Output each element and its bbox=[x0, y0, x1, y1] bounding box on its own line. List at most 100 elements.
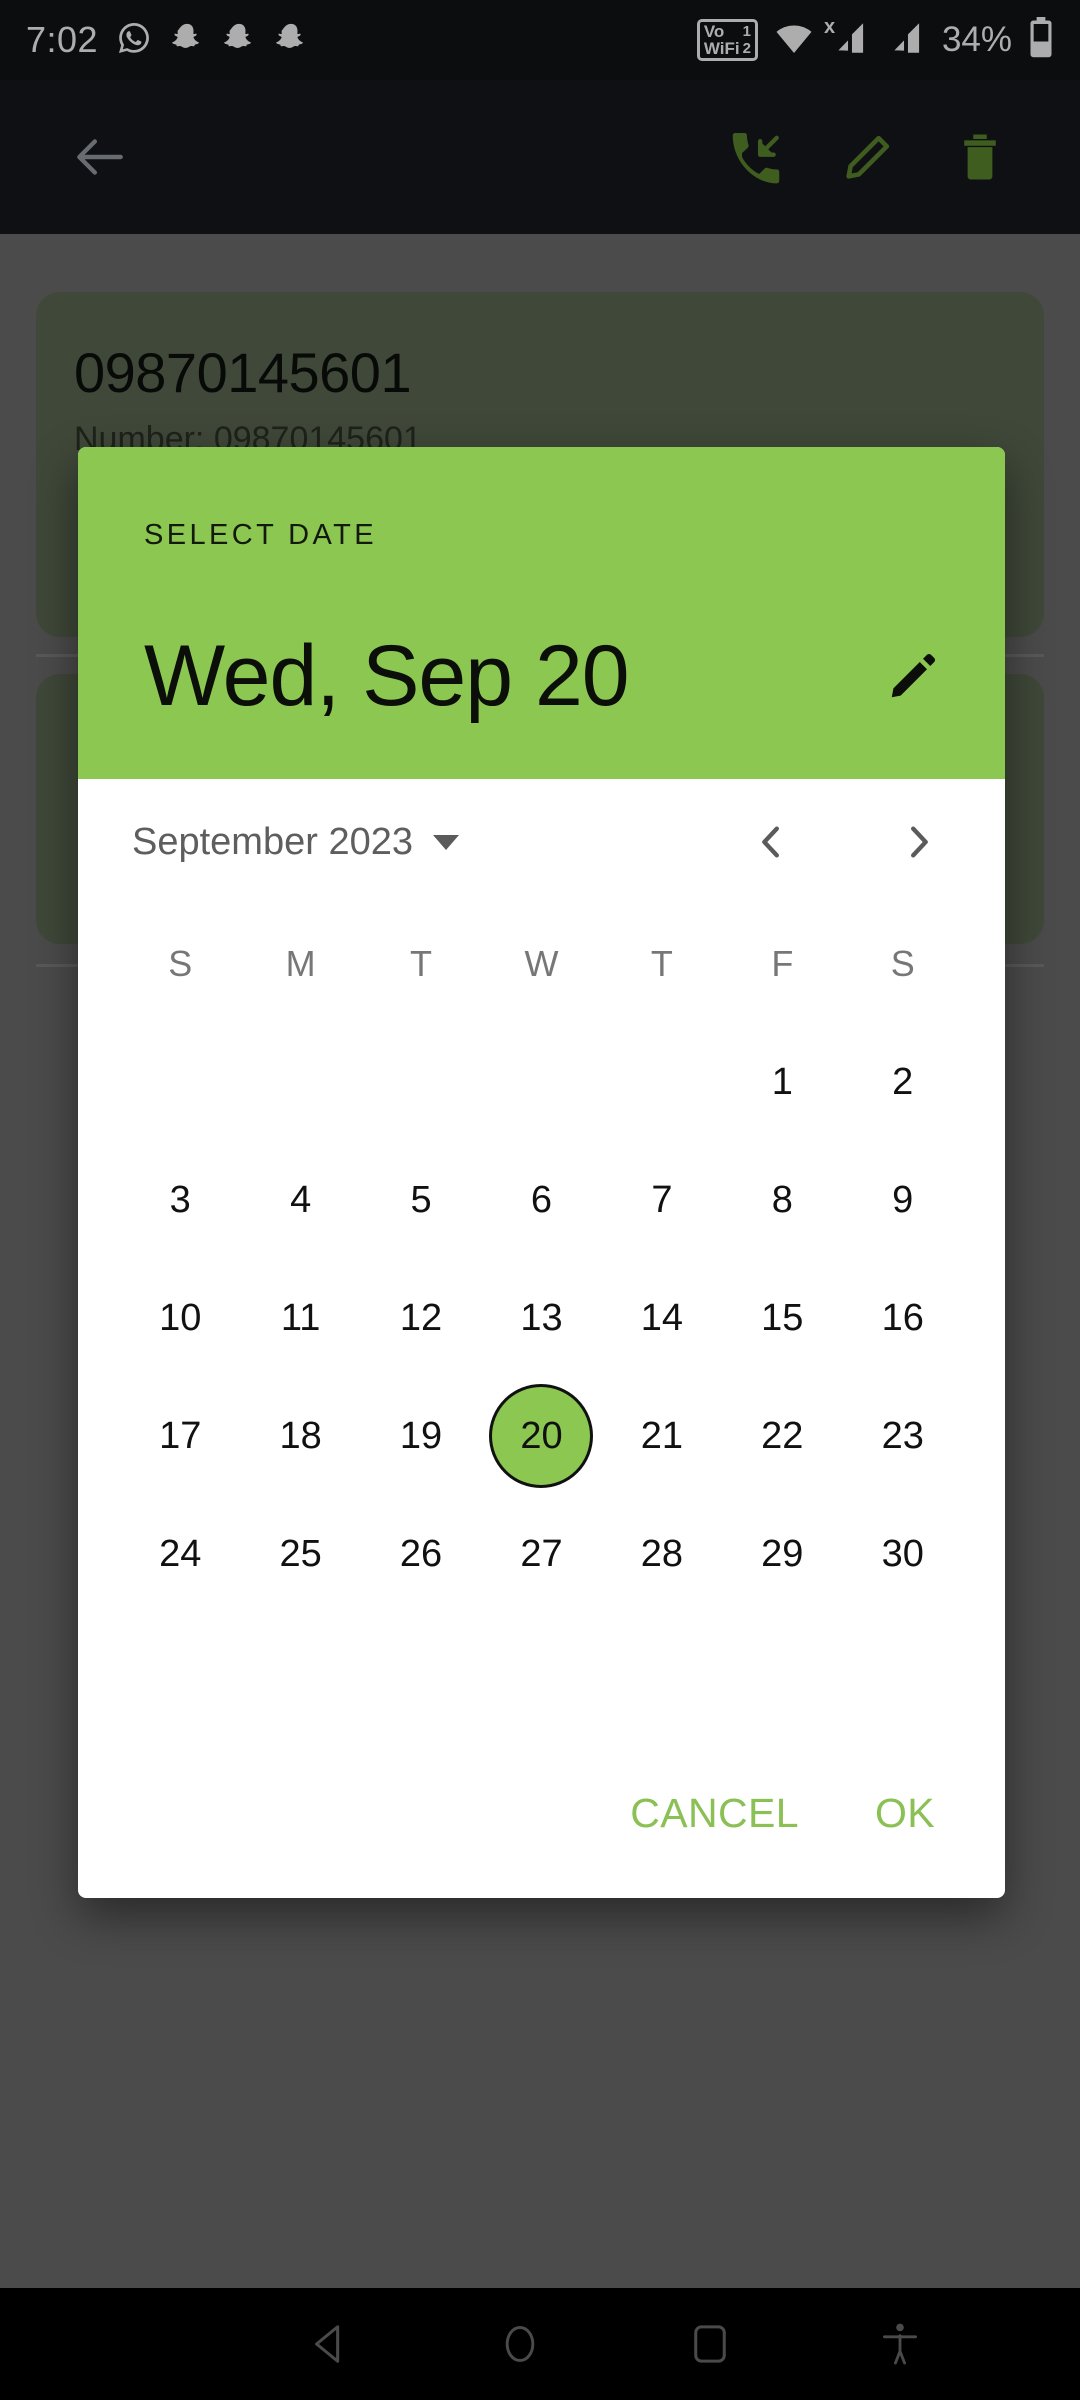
day-cell[interactable]: 19 bbox=[361, 1377, 481, 1495]
day-cell bbox=[240, 1613, 360, 1731]
system-navigation-bar bbox=[0, 2288, 1080, 2400]
day-cell[interactable]: 25 bbox=[240, 1495, 360, 1613]
day-cell[interactable]: 9 bbox=[843, 1141, 963, 1259]
day-cell[interactable]: 7 bbox=[602, 1141, 722, 1259]
day-label: 27 bbox=[520, 1532, 563, 1575]
day-cell-selected[interactable]: 20 bbox=[481, 1377, 601, 1495]
weekday-monday: M bbox=[285, 943, 316, 984]
month-year-selector[interactable]: September 2023 bbox=[132, 821, 459, 864]
day-label: 6 bbox=[530, 1178, 553, 1221]
day-cell[interactable]: 16 bbox=[843, 1259, 963, 1377]
calendar-week-row: 10 11 12 13 14 15 16 bbox=[120, 1259, 963, 1377]
day-cell[interactable]: 14 bbox=[602, 1259, 722, 1377]
day-cell[interactable]: 5 bbox=[361, 1141, 481, 1259]
nav-back-button[interactable] bbox=[235, 2288, 425, 2400]
day-label: 15 bbox=[761, 1296, 804, 1339]
day-label: 3 bbox=[169, 1178, 191, 1221]
weekday-header-row: S M T W T F S bbox=[120, 905, 963, 1023]
day-label: 22 bbox=[761, 1414, 804, 1457]
day-cell[interactable]: 6 bbox=[481, 1141, 601, 1259]
day-cell[interactable] bbox=[361, 1023, 481, 1141]
day-label: 10 bbox=[159, 1296, 202, 1339]
phone-screen: 7:02 Vo WiFi 1 2 x 34% 09870145601 Numbe… bbox=[0, 0, 1080, 2400]
day-label: 11 bbox=[280, 1296, 321, 1339]
date-picker-dialog: SELECT DATE Wed, Sep 20 September 2023 S… bbox=[78, 447, 1005, 1898]
day-cell bbox=[722, 1613, 842, 1731]
day-cell[interactable]: 27 bbox=[481, 1495, 601, 1613]
day-cell[interactable]: 23 bbox=[843, 1377, 963, 1495]
day-cell[interactable]: 17 bbox=[120, 1377, 240, 1495]
day-cell[interactable] bbox=[240, 1023, 360, 1141]
day-cell[interactable]: 22 bbox=[722, 1377, 842, 1495]
day-cell[interactable]: 2 bbox=[843, 1023, 963, 1141]
day-label: 4 bbox=[290, 1178, 312, 1221]
nav-home-button[interactable] bbox=[425, 2288, 615, 2400]
month-arrows bbox=[739, 810, 951, 874]
calendar-week-row bbox=[120, 1613, 963, 1731]
next-month-button[interactable] bbox=[887, 810, 951, 874]
day-label: 16 bbox=[881, 1296, 924, 1339]
day-cell[interactable]: 13 bbox=[481, 1259, 601, 1377]
day-cell[interactable]: 11 bbox=[240, 1259, 360, 1377]
day-cell[interactable] bbox=[481, 1023, 601, 1141]
day-cell[interactable]: 10 bbox=[120, 1259, 240, 1377]
selected-date-row: Wed, Sep 20 bbox=[144, 633, 949, 719]
day-label: 13 bbox=[520, 1296, 563, 1339]
day-cell[interactable]: 12 bbox=[361, 1259, 481, 1377]
day-label: 8 bbox=[771, 1178, 793, 1221]
calendar-week-row: 24 25 26 27 28 29 30 bbox=[120, 1495, 963, 1613]
edit-date-pencil-icon[interactable] bbox=[877, 640, 949, 712]
day-cell bbox=[120, 1613, 240, 1731]
day-cell bbox=[602, 1613, 722, 1731]
day-label: 14 bbox=[640, 1296, 684, 1339]
calendar-week-row: 17 18 19 20 21 22 23 bbox=[120, 1377, 963, 1495]
day-label: 5 bbox=[410, 1178, 432, 1221]
day-cell[interactable]: 24 bbox=[120, 1495, 240, 1613]
month-year-label: September 2023 bbox=[132, 820, 413, 863]
calendar-grid: S M T W T F S 1 2 3 4 5 6 7 8 9 10 11 12… bbox=[78, 905, 1005, 1731]
day-label: 21 bbox=[640, 1414, 684, 1457]
previous-month-button[interactable] bbox=[739, 810, 803, 874]
day-cell[interactable] bbox=[602, 1023, 722, 1141]
day-label: 17 bbox=[159, 1414, 202, 1457]
day-cell[interactable]: 26 bbox=[361, 1495, 481, 1613]
day-cell[interactable]: 8 bbox=[722, 1141, 842, 1259]
day-label: 24 bbox=[159, 1532, 202, 1575]
day-cell[interactable]: 15 bbox=[722, 1259, 842, 1377]
nav-accessibility-button[interactable] bbox=[805, 2288, 995, 2400]
nav-recents-button[interactable] bbox=[615, 2288, 805, 2400]
day-label: 26 bbox=[399, 1532, 443, 1575]
weekday-tuesday: T bbox=[410, 943, 433, 984]
weekday-saturday: S bbox=[890, 943, 915, 984]
select-date-label: SELECT DATE bbox=[144, 519, 377, 551]
day-cell[interactable]: 21 bbox=[602, 1377, 722, 1495]
day-label: 19 bbox=[399, 1414, 443, 1457]
month-navigation: September 2023 bbox=[78, 779, 1005, 905]
cancel-button[interactable]: CANCEL bbox=[622, 1776, 807, 1851]
day-cell bbox=[481, 1613, 601, 1731]
day-label: 2 bbox=[892, 1060, 914, 1103]
day-cell bbox=[361, 1613, 481, 1731]
day-cell[interactable]: 4 bbox=[240, 1141, 360, 1259]
weekday-wednesday: W bbox=[524, 943, 559, 984]
selected-date-text: Wed, Sep 20 bbox=[144, 628, 630, 724]
day-cell[interactable]: 3 bbox=[120, 1141, 240, 1259]
day-label: 20 bbox=[489, 1384, 594, 1488]
date-picker-header: SELECT DATE Wed, Sep 20 bbox=[78, 447, 1005, 779]
day-cell[interactable]: 29 bbox=[722, 1495, 842, 1613]
day-cell[interactable]: 28 bbox=[602, 1495, 722, 1613]
day-label: 18 bbox=[279, 1414, 322, 1457]
calendar-week-row: 3 4 5 6 7 8 9 bbox=[120, 1141, 963, 1259]
day-label: 7 bbox=[651, 1178, 673, 1221]
day-cell[interactable]: 30 bbox=[843, 1495, 963, 1613]
day-cell[interactable]: 18 bbox=[240, 1377, 360, 1495]
day-cell[interactable] bbox=[120, 1023, 240, 1141]
ok-button[interactable]: OK bbox=[867, 1776, 943, 1851]
weekday-friday: F bbox=[771, 943, 794, 984]
day-label: 9 bbox=[892, 1178, 914, 1221]
day-label: 1 bbox=[771, 1060, 793, 1103]
day-cell bbox=[843, 1613, 963, 1731]
day-label: 25 bbox=[279, 1532, 322, 1575]
day-label: 28 bbox=[640, 1532, 684, 1575]
day-cell[interactable]: 1 bbox=[722, 1023, 842, 1141]
